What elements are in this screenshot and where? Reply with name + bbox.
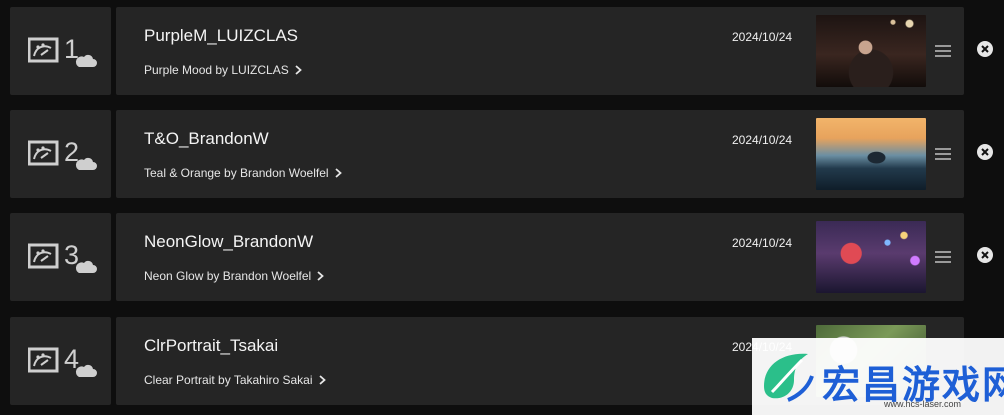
recipe-link[interactable]: Purple Mood by LUIZCLAS [144,63,302,77]
slot-1[interactable]: 1 [10,7,111,95]
photo-cloud-icon: 4 [28,344,97,377]
recipe-date: 2024/10/24 [732,30,793,44]
watermark-url: www.hcs-laser.com [884,399,962,409]
recipe-subtitle: Teal & Orange by Brandon Woelfel [144,166,329,180]
photo-cloud-icon: 2 [28,137,97,170]
recipe-link[interactable]: Clear Portrait by Takahiro Sakai [144,373,326,387]
chevron-right-icon [317,271,325,281]
list-item: 2 T&O_BrandonW Teal & Orange by Brandon … [10,110,1004,198]
recipe-title: PurpleM_LUIZCLAS [144,26,299,45]
chevron-right-icon [318,375,326,385]
photo-cloud-icon: 1 [28,34,97,67]
thumbnail-image [816,118,926,190]
slot-4[interactable]: 4 [10,317,111,405]
list-item: 1 PurpleM_LUIZCLAS Purple Mood by LUIZCL… [10,7,1004,95]
close-circle-icon[interactable] [977,41,993,57]
recipe-subtitle: Purple Mood by LUIZCLAS [144,63,289,77]
slot-2[interactable]: 2 [10,110,111,198]
recipe-subtitle: Clear Portrait by Takahiro Sakai [144,373,313,387]
recipe-title: ClrPortrait_Tsakai [144,336,279,355]
recipe-card[interactable]: T&O_BrandonW Teal & Orange by Brandon Wo… [116,110,964,198]
thumbnail-image [816,15,926,87]
recipe-card[interactable]: PurpleM_LUIZCLAS Purple Mood by LUIZCLAS… [116,7,964,95]
recipe-link[interactable]: Teal & Orange by Brandon Woelfel [144,166,342,180]
thumbnail-image [816,221,926,293]
watermark: 宏昌游戏网 www.hcs-laser.com [752,338,1004,415]
recipe-date: 2024/10/24 [732,133,793,147]
recipe-subtitle: Neon Glow by Brandon Woelfel [144,269,312,283]
recipe-link[interactable]: Neon Glow by Brandon Woelfel [144,269,325,283]
chevron-right-icon [334,168,342,178]
recipe-title: NeonGlow_BrandonW [144,232,314,251]
leaf-logo-icon [764,353,814,402]
recipe-card[interactable]: NeonGlow_BrandonW Neon Glow by Brandon W… [116,213,964,301]
list-item: 3 NeonGlow_BrandonW Neon Glow by Brandon… [10,213,1004,301]
chevron-right-icon [295,65,302,75]
drag-handle-icon[interactable] [935,148,951,160]
drag-handle-icon[interactable] [935,251,951,263]
recipe-title: T&O_BrandonW [144,129,269,148]
close-circle-icon[interactable] [977,144,993,160]
photo-cloud-icon: 3 [28,240,97,273]
recipe-date: 2024/10/24 [732,236,793,250]
close-circle-icon[interactable] [977,247,993,263]
drag-handle-icon[interactable] [935,45,951,57]
slot-3[interactable]: 3 [10,213,111,301]
